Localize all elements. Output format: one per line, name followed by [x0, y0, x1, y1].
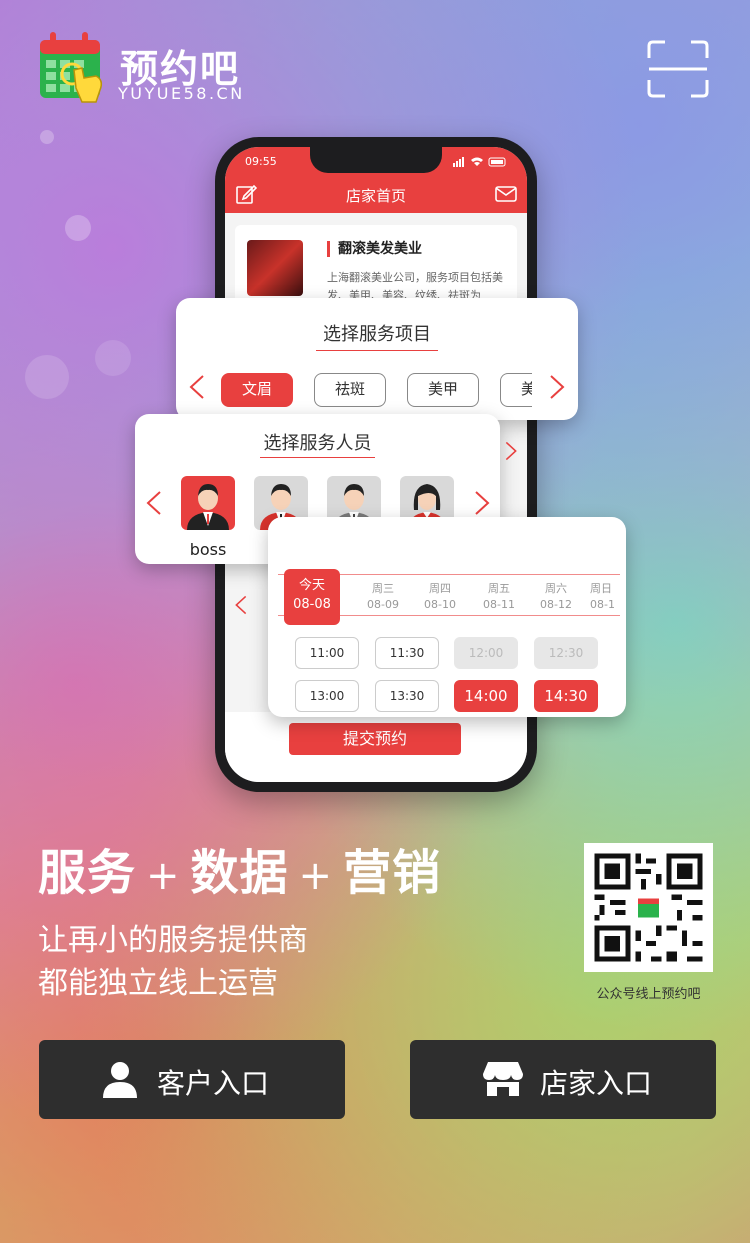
- chevron-right-icon[interactable]: [548, 374, 566, 400]
- time-slot[interactable]: 11:30: [375, 637, 439, 669]
- date-today[interactable]: 今天 08-08: [284, 569, 340, 625]
- scan-icon[interactable]: [647, 40, 709, 98]
- calendar-hand-logo-icon: [40, 32, 103, 103]
- phone-notch: [310, 147, 442, 173]
- weekday-label: 周日: [590, 582, 612, 595]
- user-icon: [103, 1062, 137, 1098]
- title-underline: [260, 450, 375, 458]
- chevron-right-icon[interactable]: [504, 440, 518, 462]
- date-label: 08-11: [483, 598, 515, 611]
- date-label: 08-10: [424, 598, 456, 611]
- customer-entry-label: 客户入口: [157, 1067, 270, 1100]
- headline-part: 数据: [190, 845, 289, 901]
- date-item[interactable]: 周五 08-11: [474, 581, 524, 613]
- time-slot[interactable]: 11:00: [295, 637, 359, 669]
- staff-name: boss: [189, 540, 227, 559]
- mail-icon[interactable]: [495, 184, 517, 204]
- time-select-card: 今天 08-08 周三 08-09 周四 08-10 周五 08-11 周六 0…: [268, 517, 626, 717]
- time-slot: 12:00: [454, 637, 518, 669]
- staff-avatar: [181, 476, 235, 530]
- staff-item[interactable]: boss: [181, 476, 235, 559]
- date-label: 08-1: [590, 598, 615, 611]
- headline-plus: +: [146, 853, 181, 899]
- shop-image: [247, 240, 303, 296]
- tagline-line-1: 让再小的服务提供商: [38, 923, 308, 958]
- store-icon: [483, 1062, 523, 1096]
- date-label: 08-12: [540, 598, 572, 611]
- nav-bar: 店家首页: [225, 175, 527, 213]
- chevron-left-icon[interactable]: [188, 374, 206, 400]
- submit-bar: 提交预约: [225, 712, 527, 782]
- date-item[interactable]: 周三 08-09: [358, 581, 408, 613]
- shop-name: 翻滚美发美业: [327, 241, 422, 257]
- date-item[interactable]: 周四 08-10: [415, 581, 465, 613]
- customer-entry-button[interactable]: 客户入口: [39, 1040, 345, 1119]
- time-slot[interactable]: 14:30: [534, 680, 598, 712]
- qr-code: [584, 843, 713, 972]
- qr-caption: 公众号线上预约吧: [596, 987, 701, 1002]
- app-domain: YUYUE58.CN: [118, 84, 245, 103]
- person-icon: [187, 484, 229, 530]
- time-slot[interactable]: 13:30: [375, 680, 439, 712]
- chevron-left-icon[interactable]: [145, 490, 163, 516]
- status-time: 09:55: [245, 155, 277, 168]
- date-label: 08-09: [367, 598, 399, 611]
- bokeh-decoration: [40, 130, 54, 144]
- tagline-line-2: 都能独立线上运营: [38, 966, 278, 1001]
- time-slot: 12:30: [534, 637, 598, 669]
- headline-part: 服务: [38, 845, 137, 901]
- service-chip[interactable]: 美甲: [407, 373, 479, 407]
- headline: 服务 + 数据 + 营销: [38, 833, 441, 903]
- today-date: 08-08: [293, 597, 331, 612]
- bokeh-decoration: [65, 215, 91, 241]
- weekday-label: 周四: [429, 582, 451, 595]
- service-select-card: 选择服务项目 文眉 祛斑 美甲 美: [176, 298, 578, 420]
- status-icons: [453, 157, 506, 167]
- weekday-label: 周六: [545, 582, 567, 595]
- title-underline: [316, 343, 438, 351]
- weekday-label: 周五: [488, 582, 510, 595]
- service-chip[interactable]: 祛斑: [314, 373, 386, 407]
- chevron-left-icon[interactable]: [234, 594, 248, 616]
- date-item[interactable]: 周日 08-1: [590, 581, 620, 613]
- service-chip[interactable]: 文眉: [221, 373, 293, 407]
- today-label: 今天: [298, 578, 325, 593]
- weekday-label: 周三: [372, 582, 394, 595]
- date-item[interactable]: 周六 08-12: [531, 581, 581, 613]
- nav-title: 店家首页: [345, 187, 406, 205]
- qr-code-pattern: [584, 843, 713, 972]
- bokeh-decoration: [25, 355, 69, 399]
- headline-plus: +: [298, 853, 334, 899]
- bokeh-decoration: [95, 340, 131, 376]
- time-slot[interactable]: 13:00: [295, 680, 359, 712]
- time-slot[interactable]: 14:00: [454, 680, 518, 712]
- submit-button[interactable]: 提交预约: [289, 723, 461, 755]
- headline-part: 营销: [343, 845, 442, 901]
- chevron-right-icon[interactable]: [473, 490, 491, 516]
- merchant-entry-button[interactable]: 店家入口: [410, 1040, 716, 1119]
- service-chip[interactable]: 美: [500, 373, 532, 407]
- merchant-entry-label: 店家入口: [540, 1067, 653, 1100]
